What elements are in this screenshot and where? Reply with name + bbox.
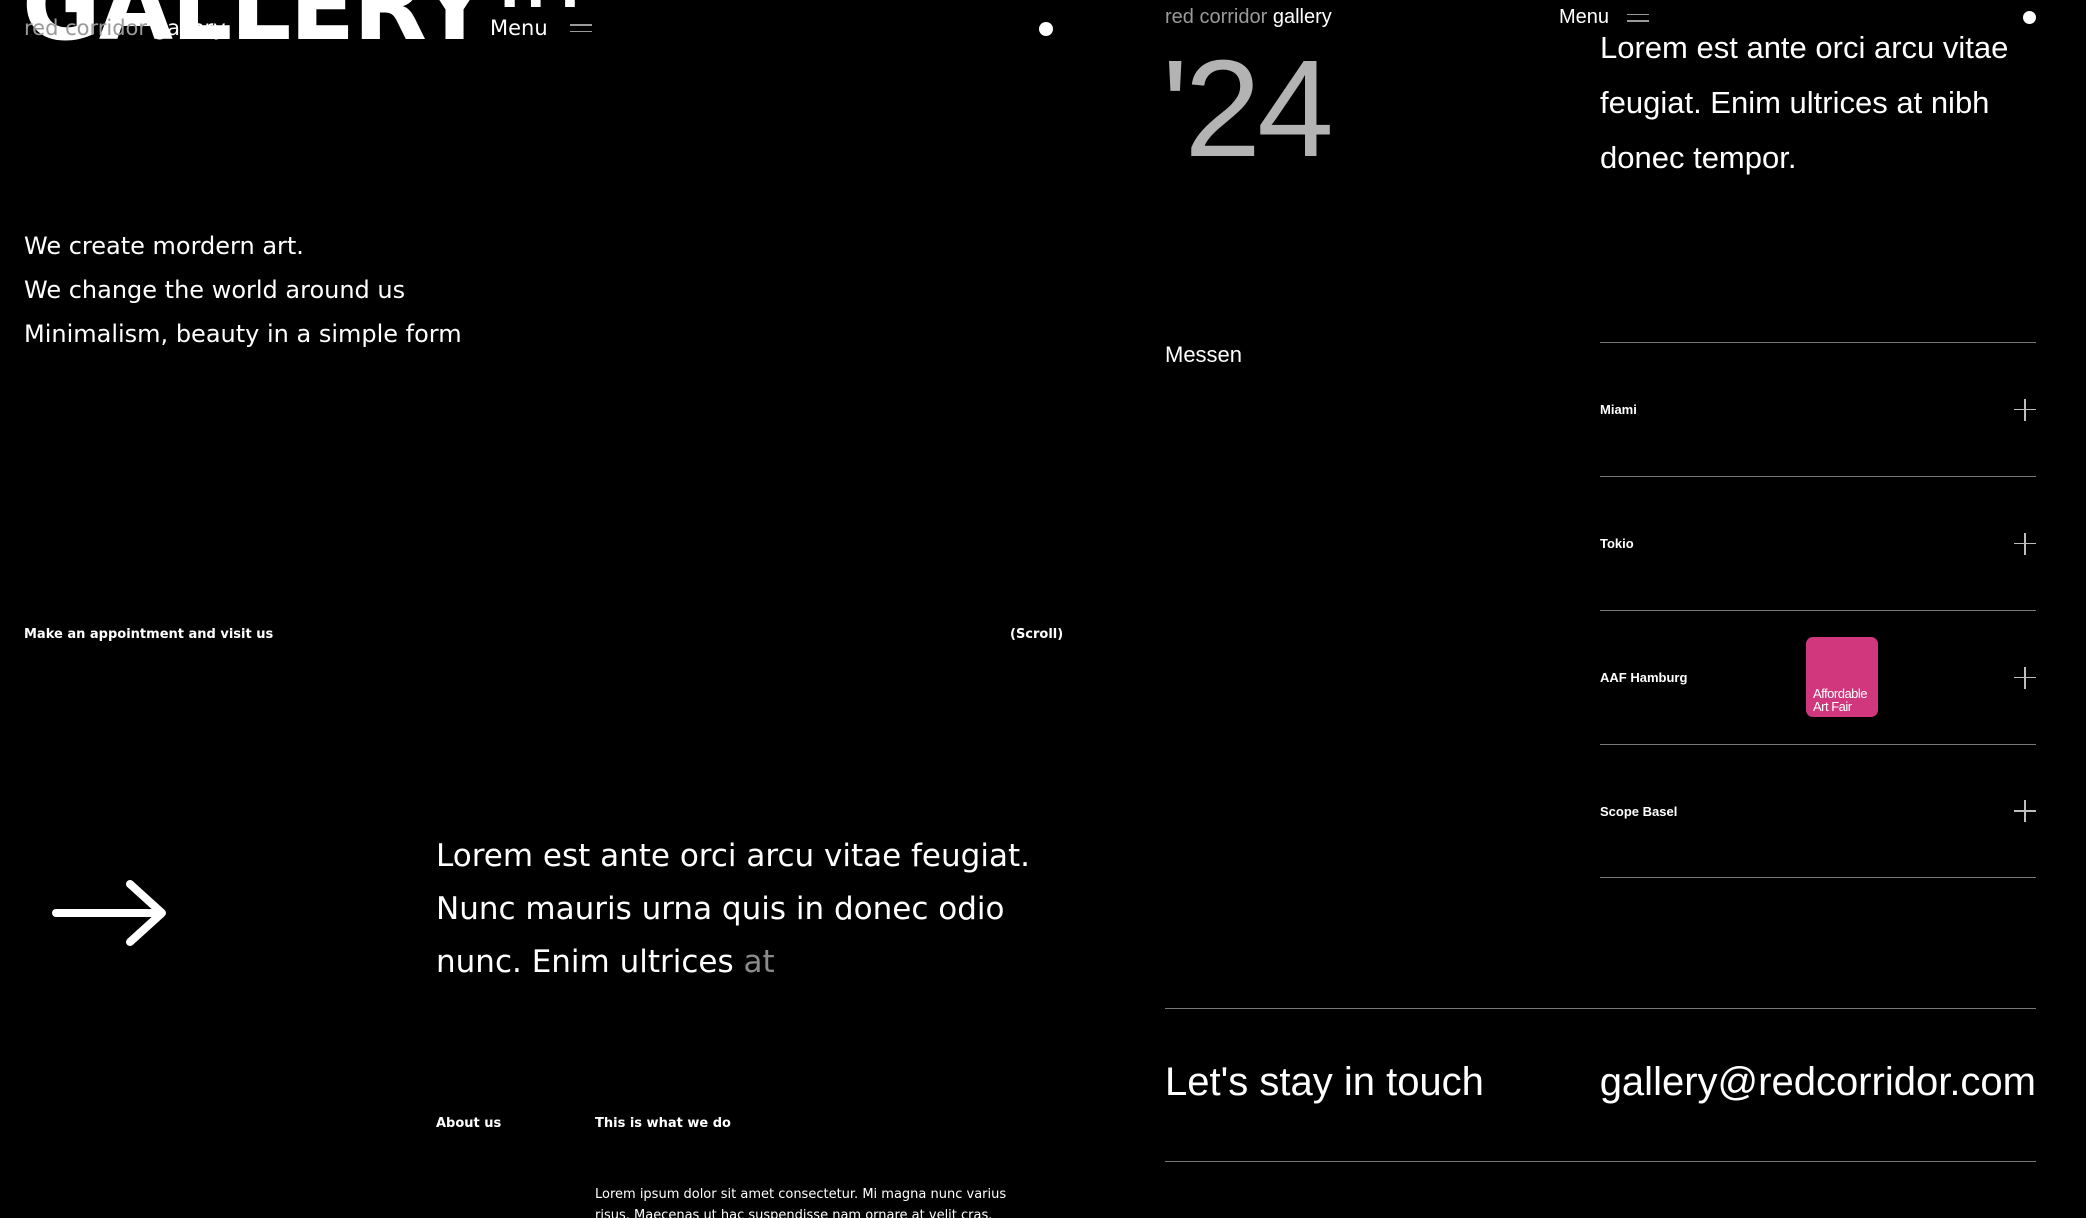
brand-main: gallery [153, 16, 226, 40]
fairs-heading: Messen [1165, 342, 1243, 367]
fair-row-miami[interactable]: Miami [1600, 342, 2036, 476]
left-panel: GALLERYTM red corridor gallery Menu We c… [0, 0, 1075, 1218]
plus-icon[interactable] [2014, 800, 2036, 822]
about-us-heading: About us [436, 1116, 502, 1131]
arrow-right-icon[interactable] [52, 878, 170, 948]
contact-email-link[interactable]: gallery@redcorridor.com [1600, 1060, 2036, 1105]
divider [1165, 1008, 2036, 1009]
menu-icon [569, 23, 592, 33]
plus-icon[interactable] [2014, 666, 2036, 689]
fair-name: AAF Hamburg [1600, 670, 1688, 685]
intro-line: We change the world around us [24, 276, 406, 304]
status-dot [1039, 22, 1053, 36]
statement-main: Lorem est ante orci arcu vitae feugiat. … [436, 838, 1030, 980]
what-we-do-heading: This is what we do [595, 1116, 731, 1131]
intro-text: We create mordern art. We change the wor… [24, 224, 462, 356]
fair-name: Miami [1600, 402, 1637, 417]
divider [1165, 1161, 2036, 1162]
what-we-do-body: Lorem ipsum dolor sit amet consectetur. … [595, 1187, 1007, 1218]
scroll-indicator: (Scroll) [1010, 627, 1064, 642]
plus-icon[interactable] [2014, 398, 2036, 421]
brand-main: gallery [1272, 6, 1332, 28]
brand-logo[interactable]: red corridor gallery [1165, 6, 1332, 29]
fair-name: Tokio [1600, 536, 1634, 551]
fair-row-scope-basel[interactable]: Scope Basel [1600, 744, 2036, 878]
brand-muted: red corridor [1165, 6, 1268, 28]
plus-icon[interactable] [2014, 532, 2036, 555]
intro-line: Minimalism, beauty in a simple form [24, 320, 462, 348]
fairs-list: Miami Tokio AAF Hamburg Affordable Art F… [1600, 342, 2036, 878]
statement-text: Lorem est ante orci arcu vitae feugiat. … [436, 830, 1056, 989]
intro-line: We create mordern art. [24, 232, 304, 260]
menu-button[interactable]: Menu [490, 16, 592, 40]
brand-muted: red corridor [24, 16, 148, 40]
appointment-link[interactable]: Make an appointment and visit us [24, 627, 273, 642]
year-label: '24 [1162, 32, 1334, 186]
fair-row-tokio[interactable]: Tokio [1600, 476, 2036, 610]
affordable-art-fair-logo: Affordable Art Fair [1806, 637, 1878, 717]
contact-heading: Let's stay in touch [1165, 1060, 1484, 1104]
brand-logo[interactable]: red corridor gallery [24, 16, 226, 40]
intro-paragraph: Lorem est ante orci arcu vitae feugiat. … [1600, 30, 2009, 175]
logo-line: Art Fair [1813, 699, 1852, 714]
menu-label: Menu [490, 16, 548, 40]
fair-name: Scope Basel [1600, 803, 1678, 819]
statement-dim: at [743, 944, 775, 980]
fair-row-aaf-hamburg[interactable]: AAF Hamburg Affordable Art Fair [1600, 610, 2036, 744]
right-panel: red corridor gallery Menu '24 Lorem est … [1126, 0, 2086, 1218]
